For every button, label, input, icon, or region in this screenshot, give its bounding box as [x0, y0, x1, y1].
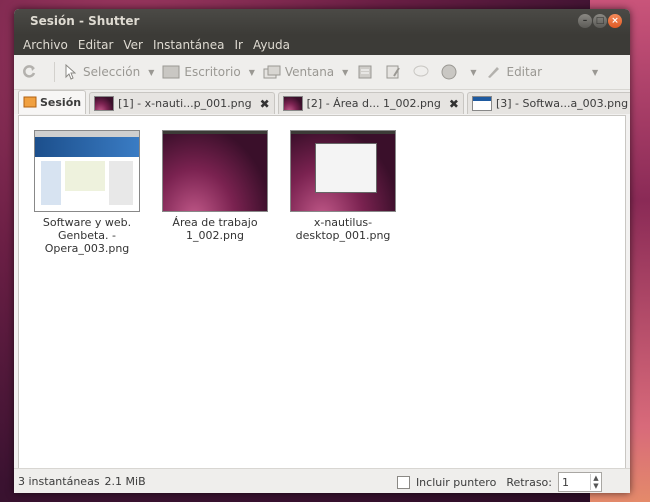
tab-session[interactable]: Sesión: [18, 90, 87, 114]
spinner-up-icon[interactable]: ▲: [591, 474, 601, 482]
close-tab-icon[interactable]: ✖: [449, 97, 459, 111]
selection-dropdown-icon[interactable]: ▼: [148, 68, 154, 77]
selection-button[interactable]: Selección: [61, 64, 140, 80]
toolbar-more-icon[interactable]: ▼: [592, 68, 598, 77]
tooltip-capture-button[interactable]: [384, 64, 406, 80]
screenshot-item[interactable]: Área de trabajo 1_002.png: [155, 124, 275, 242]
screenshot-thumbnail: [34, 130, 140, 212]
window-dropdown-icon[interactable]: ▼: [342, 68, 348, 77]
tab-bar: Sesión [1] - x-nauti...p_001.png ✖ [2] -…: [14, 90, 630, 114]
screenshot-item[interactable]: Software y web. Genbeta. - Opera_003.png: [27, 124, 147, 255]
refresh-button[interactable]: [20, 64, 42, 80]
tab-screenshot-2[interactable]: [2] - Área d... 1_002.png ✖: [277, 92, 464, 114]
window-title: Sesión - Shutter: [30, 14, 140, 28]
menu-ver[interactable]: Ver: [118, 38, 148, 52]
pen-icon: [484, 64, 502, 80]
title-bar[interactable]: Sesión - Shutter – □ ×: [14, 9, 630, 35]
web-dropdown-icon[interactable]: ▼: [470, 68, 476, 77]
menu-ayuda[interactable]: Ayuda: [248, 38, 295, 52]
tab-3-label: [3] - Softwa...a_003.png: [495, 97, 629, 110]
include-pointer-checkbox[interactable]: [396, 475, 410, 489]
screenshot-thumbnail: [162, 130, 268, 212]
tab-1-label: [1] - x-nauti...p_001.png: [118, 97, 252, 110]
tab-thumbnail-icon: [471, 96, 492, 111]
window-label: Ventana: [284, 65, 335, 79]
item-caption-line: x-nautilus-: [313, 216, 373, 229]
menu-capture-button[interactable]: [356, 64, 378, 80]
screenshot-thumbnail: [290, 130, 396, 212]
tab-thumbnail-icon: [94, 96, 115, 111]
menu-editar[interactable]: Editar: [73, 38, 119, 52]
status-bar: 3 instantáneas 2.1 MiB Incluir puntero R…: [14, 468, 630, 493]
tab-thumbnail-icon: [282, 96, 303, 111]
web-capture-button[interactable]: [440, 64, 462, 80]
menu-instantanea[interactable]: Instantánea: [148, 38, 229, 52]
menu-ir[interactable]: Ir: [229, 38, 247, 52]
menu-capture-icon: [356, 64, 374, 80]
close-tab-icon[interactable]: ✖: [260, 97, 270, 111]
edit-button[interactable]: Editar: [484, 64, 542, 80]
total-size: 2.1 MiB: [104, 474, 146, 488]
window-icon: [263, 64, 281, 80]
speech-bubble-icon: [412, 64, 430, 80]
item-caption-line: Área de trabajo: [172, 216, 258, 229]
tab-2-label: [2] - Área d... 1_002.png: [306, 97, 441, 110]
menu-archivo[interactable]: Archivo: [18, 38, 73, 52]
desktop-icon: [162, 64, 180, 80]
maximize-button[interactable]: □: [593, 14, 607, 28]
snapshot-count: 3 instantáneas: [18, 474, 100, 488]
item-caption-line: desktop_001.png: [295, 229, 391, 242]
item-caption-line: Genbeta. -: [57, 229, 117, 242]
desktop-dropdown-icon[interactable]: ▼: [249, 68, 255, 77]
include-pointer-label: Incluir puntero: [415, 475, 497, 489]
comment-button[interactable]: [412, 64, 434, 80]
menu-bar: Archivo Editar Ver Instantánea Ir Ayuda: [14, 35, 630, 55]
window-button[interactable]: Ventana: [263, 64, 334, 80]
item-caption-line: Software y web.: [42, 216, 132, 229]
minimize-button[interactable]: –: [578, 14, 592, 28]
item-caption-line: Opera_003.png: [44, 242, 130, 255]
tooltip-icon: [384, 64, 402, 80]
screenshot-item[interactable]: x-nautilus- desktop_001.png: [283, 124, 403, 242]
shutter-window: Sesión - Shutter – □ × Archivo Editar Ve…: [14, 9, 630, 493]
toolbar-separator: [54, 62, 55, 82]
selection-label: Selección: [83, 65, 141, 79]
session-view: Software y web. Genbeta. - Opera_003.png…: [18, 115, 626, 469]
tab-screenshot-3[interactable]: [3] - Softwa...a_003.png ✖: [466, 92, 630, 114]
globe-icon: [440, 64, 458, 80]
delay-spinner[interactable]: 1 ▲ ▼: [558, 472, 602, 492]
delay-value[interactable]: 1: [559, 476, 590, 489]
tab-session-label: Sesión: [40, 96, 82, 109]
edit-label: Editar: [506, 65, 543, 79]
toolbar: Selección ▼ Escritorio ▼ Ventana ▼ ▼ Edi…: [14, 55, 630, 90]
item-caption-line: 1_002.png: [186, 229, 244, 242]
tab-screenshot-1[interactable]: [1] - x-nauti...p_001.png ✖: [89, 92, 275, 114]
desktop-label: Escritorio: [184, 65, 241, 79]
delay-label: Retraso:: [506, 475, 552, 489]
spinner-down-icon[interactable]: ▼: [591, 482, 601, 490]
refresh-icon: [20, 64, 38, 80]
close-button[interactable]: ×: [608, 14, 622, 28]
desktop-button[interactable]: Escritorio: [162, 64, 241, 80]
cursor-icon: [61, 64, 79, 80]
session-icon: [23, 94, 37, 111]
